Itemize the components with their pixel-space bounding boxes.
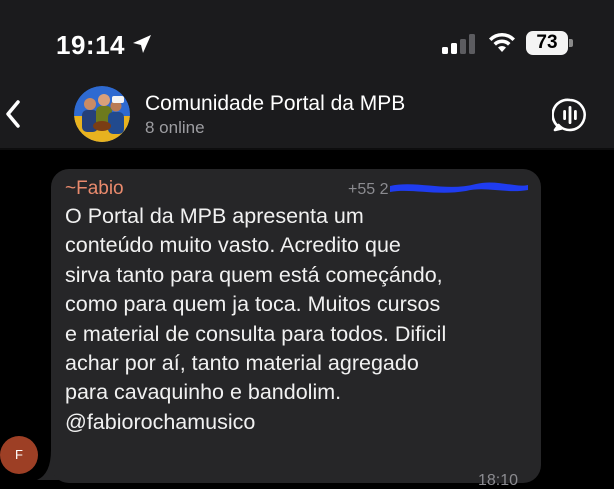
chevron-left-icon (6, 100, 20, 128)
chat-area[interactable]: ~Fabio +55 2 O Portal da MPB apresenta u… (0, 150, 614, 489)
online-count: 8 online (145, 118, 205, 137)
status-bar: 19:14 73 (0, 0, 614, 88)
sender-avatar[interactable]: F (0, 436, 38, 474)
status-time: 19:14 (56, 30, 125, 60)
location-arrow-icon (133, 35, 151, 53)
voice-chat-icon (552, 98, 586, 132)
wifi-icon (489, 32, 515, 52)
chat-header: Comunidade Portal da MPB 8 online (0, 86, 614, 148)
message-bubble[interactable]: ~Fabio +55 2 O Portal da MPB apresenta u… (51, 169, 541, 489)
battery-level: 73 (526, 31, 568, 55)
sender-name[interactable]: ~Fabio (65, 178, 124, 200)
redaction-scribble (390, 182, 528, 193)
sender-phone: +55 2 (348, 181, 389, 198)
back-button[interactable] (0, 88, 32, 144)
battery-icon: 73 (526, 31, 574, 55)
chat-title[interactable]: Comunidade Portal da MPB (145, 92, 405, 116)
message-time: 18:10 (478, 472, 519, 489)
voice-chat-button[interactable] (552, 97, 588, 133)
group-avatar-icon[interactable] (74, 86, 130, 142)
cellular-signal-icon (442, 34, 478, 54)
message-text: O Portal da MPB apresenta um conteúdo mu… (65, 204, 447, 434)
